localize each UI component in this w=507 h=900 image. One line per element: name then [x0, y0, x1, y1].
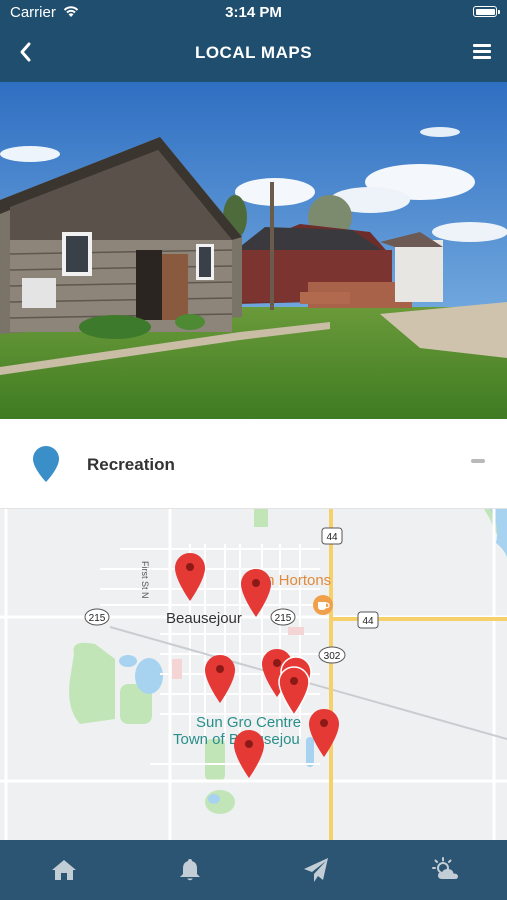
svg-text:215: 215 [89, 613, 106, 624]
street-label: First St N [140, 561, 150, 599]
map-pin-icon[interactable] [278, 666, 310, 716]
weather-icon[interactable] [432, 856, 460, 884]
battery-icon [473, 6, 500, 17]
hero-image [0, 82, 507, 419]
map-pin-icon[interactable] [174, 552, 206, 602]
map-pin-icon[interactable] [233, 729, 265, 779]
highway-shield-44-east: 44 [357, 611, 379, 629]
category-row[interactable]: Recreation [0, 419, 507, 509]
highway-shield-44: 44 [321, 527, 343, 545]
page-title: LOCAL MAPS [194, 43, 313, 62]
town-label: Beausejour [166, 610, 242, 627]
hamburger-menu-icon[interactable] [473, 44, 491, 60]
status-bar: Carrier 3:14 PM [0, 0, 507, 26]
map-pin-icon [33, 446, 59, 482]
map-view[interactable]: 44 215 215 44 302 First St N Beausejour … [0, 509, 507, 840]
highway-shield-215-west: 215 [84, 608, 110, 626]
header-bar: LOCAL MAPS [0, 26, 507, 82]
home-icon[interactable] [50, 856, 78, 884]
bell-icon[interactable] [176, 856, 204, 884]
svg-text:44: 44 [362, 616, 374, 627]
svg-text:215: 215 [275, 613, 292, 624]
minus-icon[interactable] [471, 459, 485, 463]
map-pin-icon[interactable] [308, 708, 340, 758]
svg-text:44: 44 [326, 532, 338, 543]
map-pin-icon[interactable] [240, 568, 272, 618]
coffee-icon [313, 595, 333, 615]
status-time: 3:14 PM [225, 4, 282, 21]
tab-bar [0, 840, 507, 900]
poi-label: m Hortons [262, 572, 332, 589]
svg-text:302: 302 [324, 651, 341, 662]
category-label: Recreation [87, 455, 175, 474]
paper-plane-icon[interactable] [302, 856, 330, 884]
highway-shield-215-east: 215 [270, 608, 296, 626]
highway-shield-302: 302 [318, 646, 346, 664]
map-pin-icon[interactable] [204, 654, 236, 704]
